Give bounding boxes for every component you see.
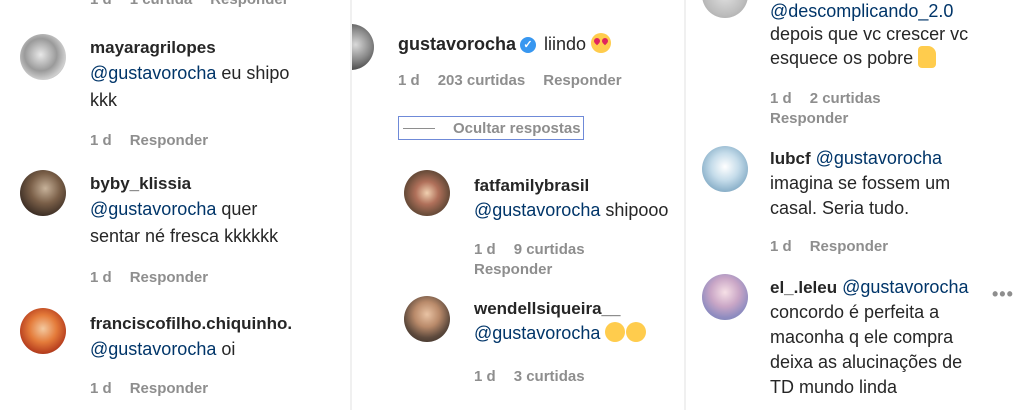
comment-meta: 1 d 9 curtidas (474, 241, 603, 258)
reply-link[interactable]: Responder (130, 132, 208, 149)
column-divider (684, 0, 686, 410)
avatar[interactable] (352, 24, 374, 70)
reply-link[interactable]: Responder (770, 110, 848, 127)
comment-time: 1 d (398, 72, 420, 89)
relieved-face-emoji-icon (626, 322, 647, 342)
comment-meta: 1 d 2 curtidas (770, 90, 899, 107)
thumbs-up-emoji-icon (918, 46, 937, 68)
reply-link[interactable]: Responder (810, 238, 888, 255)
comment-text-line: deixa as alucinações de (770, 352, 963, 372)
comment-time: 1 d (90, 0, 112, 8)
comment-username[interactable]: el_.leleu (770, 278, 837, 297)
comment-time: 1 d (90, 380, 112, 397)
comment-text-line: maconha q ele compra (770, 327, 954, 347)
comment-meta: 1 d Responder (770, 238, 906, 255)
mention-link[interactable]: @gustavorocha (474, 200, 600, 220)
comment-meta: 1 d 1 curtida Responder (90, 0, 307, 8)
comment-username-row: gustavorocha ✓ liindo (398, 31, 612, 58)
comment-username[interactable]: wendellsiqueira__ (474, 299, 620, 319)
avatar[interactable] (702, 0, 748, 18)
comments-panel-middle: gustavorocha ✓ liindo 1 d 203 curtidas Respo… (352, 0, 682, 410)
comment-username[interactable]: gustavorocha (398, 34, 516, 54)
avatar[interactable] (404, 170, 450, 216)
avatar[interactable] (702, 274, 748, 320)
reply-link[interactable]: Responder (130, 269, 208, 286)
comment-meta: 1 d Responder (90, 269, 226, 286)
comment-text: @gustavorocha shipooo (474, 197, 668, 224)
more-options-icon[interactable]: ••• (992, 284, 1014, 305)
comment-username[interactable]: lubcf (770, 149, 811, 168)
comment-text: @gustavorocha oi (90, 336, 235, 363)
likes-count[interactable]: 203 curtidas (438, 72, 526, 89)
comment-time: 1 d (90, 269, 112, 286)
mention-link[interactable]: @gustavorocha (90, 339, 216, 359)
mention-link[interactable]: @gustavorocha (816, 148, 942, 168)
reply-link[interactable]: Responder (130, 380, 208, 397)
mention-link[interactable]: @descomplicando_2.0 (770, 1, 953, 21)
comment-time: 1 d (474, 368, 496, 385)
comment-text-line: imagina se fossem um (770, 173, 951, 193)
comment-username[interactable]: fatfamilybrasil (474, 176, 589, 196)
likes-count[interactable]: 3 curtidas (514, 368, 585, 385)
comment-body: oi (216, 339, 236, 359)
comment-body: quer (216, 199, 258, 219)
avatar[interactable] (404, 296, 450, 342)
avatar[interactable] (20, 34, 66, 80)
comment-body: esquece os pobre (770, 48, 914, 68)
hide-replies-label: Ocultar respostas (453, 119, 581, 137)
comment-meta: 1 d Responder (90, 380, 226, 397)
comment-text: @gustavorocha (474, 320, 647, 347)
hide-replies-button[interactable]: Ocultar respostas (398, 116, 584, 140)
comment-meta: 1 d 203 curtidas Responder (398, 72, 640, 89)
comment-time: 1 d (770, 238, 792, 255)
avatar[interactable] (20, 308, 66, 354)
comment-text: lubcf @gustavorocha (770, 145, 942, 172)
comment-text-line: casal. Seria tudo. (770, 198, 910, 218)
comment-text: @gustavorocha eu shipo (90, 60, 289, 87)
reply-link[interactable]: Responder (474, 261, 552, 278)
comment-body: shipooo (600, 200, 669, 220)
comment-text: el_.leleu @gustavorocha (770, 274, 968, 301)
comment-username[interactable]: byby_klissia (90, 174, 191, 194)
comment-text: @gustavorocha quer (90, 196, 257, 223)
comment-time: 1 d (770, 90, 792, 107)
comment-username[interactable]: mayaragrilopes (90, 38, 216, 58)
comment-text-line: depois que vc crescer vc (770, 24, 969, 44)
comment-text-line2: sentar né fresca kkkkkk (90, 226, 279, 246)
comment-body: liindo (544, 34, 587, 54)
mention-link[interactable]: @gustavorocha (842, 277, 968, 297)
reply-link[interactable]: Responder (543, 72, 621, 89)
comment-body: eu shipo (216, 63, 290, 83)
comments-panel-left: 1 d 1 curtida Responder mayaragrilopes @gu… (0, 0, 350, 410)
comments-panel-right: @descomplicando_2.0 depois que vc cresce… (690, 0, 1024, 410)
comment-text-line: TD mundo linda (770, 377, 898, 397)
hide-replies-line (403, 127, 435, 129)
mention-link[interactable]: @gustavorocha (474, 323, 600, 343)
verified-badge-icon: ✓ (520, 37, 537, 53)
mention-link[interactable]: @gustavorocha (90, 63, 216, 83)
comment-username[interactable]: franciscofilho.chiquinho. (90, 314, 292, 334)
comment-meta: 1 d 3 curtidas (474, 368, 603, 385)
heart-eyes-emoji-icon (591, 33, 612, 53)
comment-text-line2: kkk (90, 90, 117, 110)
comment-text-line: concordo é perfeita a (770, 302, 940, 322)
avatar[interactable] (702, 146, 748, 192)
mention-link[interactable]: @gustavorocha (90, 199, 216, 219)
relieved-face-emoji-icon (605, 322, 626, 342)
comment-time: 1 d (90, 132, 112, 149)
comment-text-line: esquece os pobre (770, 45, 937, 72)
comment-time: 1 d (474, 241, 496, 258)
likes-count[interactable]: 9 curtidas (514, 241, 585, 258)
reply-link[interactable]: Responder (210, 0, 288, 8)
comment-meta: 1 d Responder (90, 132, 226, 149)
likes-count[interactable]: 2 curtidas (810, 90, 881, 107)
likes-count[interactable]: 1 curtida (130, 0, 193, 8)
avatar[interactable] (20, 170, 66, 216)
